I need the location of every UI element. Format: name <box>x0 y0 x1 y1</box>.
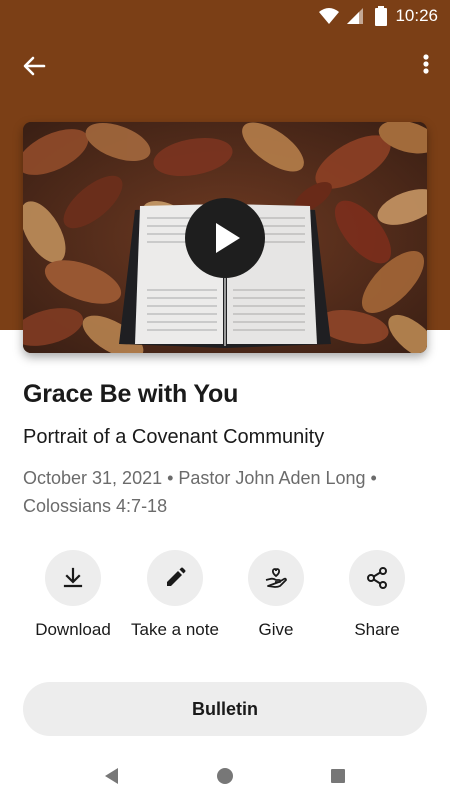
share-button[interactable]: Share <box>327 550 427 650</box>
pencil-icon <box>167 567 186 586</box>
nav-recents-icon <box>331 769 345 783</box>
system-nav-bar <box>0 752 450 800</box>
nav-home-button[interactable] <box>209 760 241 792</box>
sermon-title: Grace Be with You <box>23 380 239 408</box>
sermon-series: Portrait of a Covenant Community <box>23 426 325 448</box>
give-button[interactable]: Give <box>226 550 326 650</box>
status-bar: 10:26 <box>0 0 450 32</box>
give-circle <box>248 550 304 606</box>
more-vert-icon <box>423 54 429 74</box>
sermon-date-speaker: October 31, 2021 • Pastor John Aden Long… <box>23 468 377 488</box>
action-row: Download Take a note Give Share <box>0 550 450 650</box>
give-heart-hand-icon <box>265 568 287 588</box>
nav-back-button[interactable] <box>96 760 128 792</box>
cell-signal-icon <box>346 8 363 24</box>
take-note-circle <box>147 550 203 606</box>
take-note-button[interactable]: Take a note <box>125 550 225 650</box>
play-icon <box>216 223 240 253</box>
status-icons <box>319 6 388 26</box>
battery-icon <box>375 6 387 26</box>
back-button[interactable] <box>18 50 50 82</box>
share-circle <box>349 550 405 606</box>
share-label: Share <box>354 620 400 639</box>
share-icon <box>367 567 387 589</box>
sermon-video-card[interactable] <box>23 122 427 353</box>
download-button[interactable]: Download <box>23 550 123 650</box>
download-icon <box>63 567 83 588</box>
nav-home-icon <box>217 768 233 784</box>
sermon-scripture: Colossians 4:7-18 <box>23 496 168 516</box>
nav-recents-button[interactable] <box>322 760 354 792</box>
download-circle <box>45 550 101 606</box>
app-bar <box>0 40 450 92</box>
sermon-meta: October 31, 2021 • Pastor John Aden Long… <box>23 464 423 520</box>
arrow-back-icon <box>23 56 46 76</box>
status-time: 10:26 <box>395 6 438 25</box>
play-button[interactable] <box>185 198 265 278</box>
nav-back-icon <box>105 768 118 784</box>
wifi-icon <box>319 8 340 24</box>
bulletin-button[interactable]: Bulletin <box>23 682 427 736</box>
overflow-menu-button[interactable] <box>414 50 438 82</box>
